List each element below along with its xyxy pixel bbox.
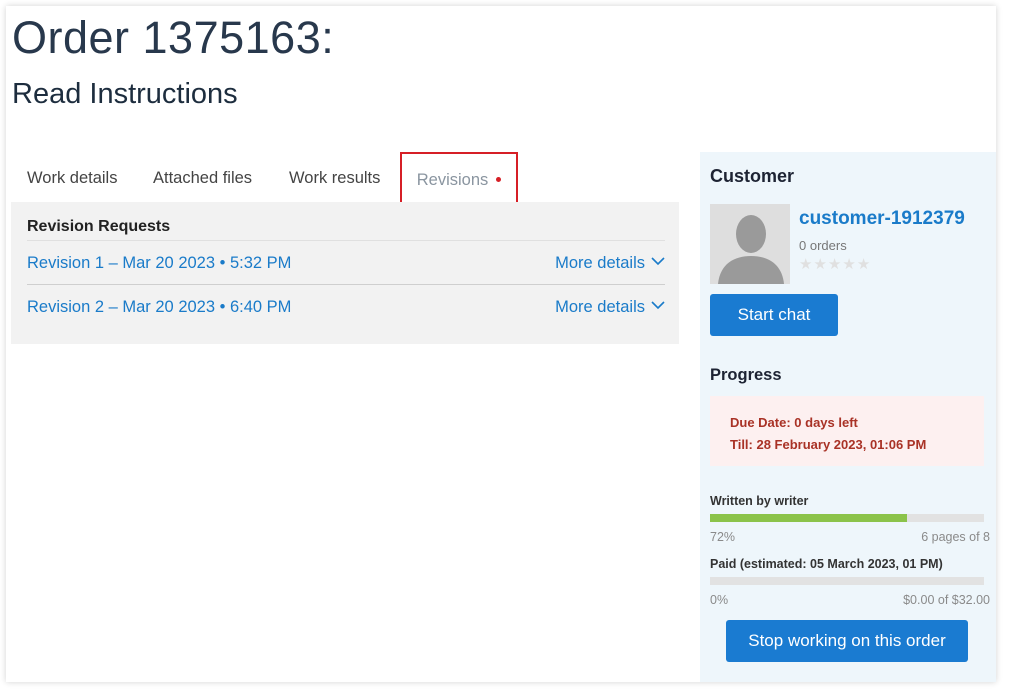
due-date-text: Due Date: 0 days left <box>730 415 858 430</box>
tab-attached-files[interactable]: Attached files <box>153 152 252 204</box>
paid-progress-label: Paid (estimated: 05 March 2023, 01 PM) <box>710 557 943 571</box>
order-tabs: Work details Attached files Work results… <box>12 152 692 204</box>
star-icon: ★ <box>827 256 843 273</box>
paid-detail: $0.00 of $32.00 <box>903 593 990 607</box>
page-subtitle: Read Instructions <box>12 78 238 110</box>
written-detail: 6 pages of 8 <box>921 530 990 544</box>
customer-orders-count: 0 orders <box>799 238 847 253</box>
written-progress-label: Written by writer <box>710 494 809 508</box>
customer-heading: Customer <box>710 166 795 186</box>
revision-2-more-details[interactable]: More details <box>555 298 665 317</box>
order-sidebar: Customer customer-1912379 0 orders ★★★★★… <box>700 152 996 682</box>
chevron-down-icon <box>651 257 665 266</box>
revision-row: Revision 1 – Mar 20 2023 • 5:32 PM More … <box>27 240 665 285</box>
revision-requests-heading: Revision Requests <box>27 218 171 235</box>
start-chat-button[interactable]: Start chat <box>710 294 838 336</box>
paid-percent: 0% <box>710 593 729 607</box>
avatar <box>710 204 790 284</box>
written-progress-fill <box>710 514 908 522</box>
progress-heading: Progress <box>710 366 782 384</box>
deadline-text: Till: 28 February 2023, 01:06 PM <box>730 437 927 452</box>
user-silhouette-icon <box>710 204 790 284</box>
stop-working-button[interactable]: Stop working on this order <box>726 620 968 662</box>
star-icon: ★ <box>856 256 872 273</box>
order-page: Order 1375163: Read Instructions Work de… <box>6 6 996 682</box>
tab-revisions-label: Revisions <box>416 171 489 189</box>
notification-dot-icon <box>496 177 502 183</box>
written-progress-bar <box>710 514 984 522</box>
due-date-alert: Due Date: 0 days left Till: 28 February … <box>710 396 984 466</box>
customer-name[interactable]: customer-1912379 <box>799 208 965 230</box>
more-details-label: More details <box>555 298 645 316</box>
order-title: Order 1375163: <box>12 12 335 63</box>
revision-1-link[interactable]: Revision 1 – Mar 20 2023 • 5:32 PM <box>27 254 291 273</box>
tab-work-results[interactable]: Work results <box>289 152 380 204</box>
revision-2-link[interactable]: Revision 2 – Mar 20 2023 • 6:40 PM <box>27 298 291 317</box>
tab-work-details[interactable]: Work details <box>27 152 117 204</box>
revision-requests-panel: Revision Requests Revision 1 – Mar 20 20… <box>11 202 679 344</box>
chevron-down-icon <box>651 301 665 310</box>
revision-1-more-details[interactable]: More details <box>555 254 665 273</box>
star-icon: ★ <box>799 256 814 273</box>
more-details-label: More details <box>555 254 645 272</box>
star-icon: ★ <box>813 256 828 273</box>
paid-progress-bar <box>710 577 984 585</box>
star-icon: ★ <box>842 256 857 273</box>
written-percent: 72% <box>710 530 736 544</box>
tab-revisions[interactable]: Revisions <box>400 152 518 204</box>
revision-row: Revision 2 – Mar 20 2023 • 6:40 PM More … <box>27 284 665 329</box>
rating-stars: ★★★★★ <box>799 255 871 273</box>
